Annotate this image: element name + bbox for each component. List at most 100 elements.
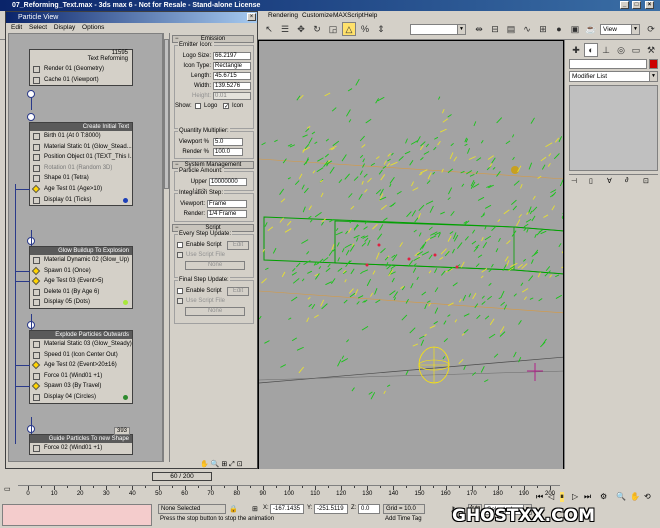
test-row[interactable]: Age Test 02 (Event>20±16) bbox=[30, 360, 132, 371]
upper-limit-spinner[interactable]: 10000000 bbox=[209, 178, 247, 186]
pv-menu-display[interactable]: Display bbox=[54, 24, 75, 31]
operator-row[interactable]: Display 04 (Circles) bbox=[30, 392, 132, 403]
select-move-icon[interactable]: ✥ bbox=[294, 22, 308, 36]
zoom-extents-icon[interactable]: ⤢ bbox=[229, 461, 235, 468]
pan-hand-icon[interactable]: ✋ bbox=[200, 461, 209, 468]
percent-snap-icon[interactable]: % bbox=[358, 22, 372, 36]
pv-menu-edit[interactable]: Edit bbox=[11, 24, 22, 31]
event-node[interactable]: Create Initial Text Birth 01 (At 0 T:8000… bbox=[16, 122, 133, 207]
event-node-title[interactable]: Explode Particles Outwards bbox=[30, 331, 132, 339]
operator-row[interactable]: Material Static 03 (Glow_Steady) bbox=[30, 339, 132, 350]
operator-row[interactable]: Force 02 (Wind01 +1) bbox=[30, 443, 132, 454]
x-coordinate-field[interactable]: -167.1435 bbox=[270, 504, 304, 514]
display-color-swatch[interactable] bbox=[123, 197, 128, 203]
test-row[interactable]: Spawn 03 (By Travel) bbox=[30, 381, 132, 392]
operator-row[interactable]: Material Static 01 (Glow_Stead... bbox=[30, 142, 132, 153]
select-rotate-icon[interactable]: ↻ bbox=[310, 22, 324, 36]
viewport-percent-spinner[interactable]: 5.0 bbox=[213, 138, 243, 146]
minimize-button[interactable]: _ bbox=[620, 1, 629, 9]
pan-viewport-icon[interactable]: ✋ bbox=[630, 492, 640, 501]
event-node[interactable]: Guide Particles To new Shape 393 Force 02 … bbox=[29, 427, 133, 455]
final-step-file-button[interactable]: None bbox=[185, 307, 245, 316]
select-by-name-icon[interactable]: ☰ bbox=[278, 22, 292, 36]
logo-size-spinner[interactable]: 66.2197 bbox=[213, 52, 251, 60]
prev-frame-icon[interactable]: ◁ bbox=[548, 492, 554, 501]
make-unique-icon[interactable]: ∀ bbox=[607, 177, 612, 185]
event-input-connector[interactable] bbox=[27, 90, 35, 98]
render-scene-icon[interactable]: ▣ bbox=[568, 22, 582, 36]
render-last-icon[interactable]: ⟳ bbox=[644, 22, 658, 36]
stop-icon[interactable]: ⏸ bbox=[560, 492, 564, 502]
use-every-step-file-checkbox[interactable] bbox=[177, 252, 183, 258]
enable-final-step-checkbox[interactable] bbox=[177, 288, 183, 294]
menu-help[interactable]: Help bbox=[364, 11, 377, 20]
perspective-viewport[interactable] bbox=[258, 40, 564, 482]
mirror-icon[interactable]: ⇹ bbox=[472, 22, 486, 36]
align-icon[interactable]: ⊟ bbox=[488, 22, 502, 36]
select-scale-icon[interactable]: ◲ bbox=[326, 22, 340, 36]
go-to-start-icon[interactable]: ⏮ bbox=[536, 492, 543, 502]
viewport-step-dropdown[interactable]: Frame bbox=[207, 200, 247, 208]
motion-tab-icon[interactable]: ◎ bbox=[614, 43, 628, 57]
track-bar[interactable]: 0 10 20 30 40 50 60 70 80 90 100 110 120 130 140 150 160… bbox=[18, 485, 560, 499]
zoom-viewport-icon[interactable]: 🔍 bbox=[616, 492, 626, 501]
layer-manager-icon[interactable]: ▤ bbox=[504, 22, 518, 36]
pin-stack-icon[interactable]: ⊣ bbox=[571, 177, 577, 185]
event-node[interactable]: Glow Buildup To Explosion Material Dynami… bbox=[16, 246, 133, 309]
go-to-end-icon[interactable]: ⏭ bbox=[584, 492, 591, 502]
operator-row[interactable]: Material Dynamic 02 (Glow_Up) bbox=[30, 255, 132, 266]
render-percent-spinner[interactable]: 100.0 bbox=[213, 148, 243, 156]
pv-menu-options[interactable]: Options bbox=[82, 24, 104, 31]
operator-row[interactable]: Birth 01 (At 0 T:8000) bbox=[30, 131, 132, 142]
add-time-tag-button[interactable]: Add Time Tag bbox=[383, 515, 427, 525]
show-end-result-icon[interactable]: ▯ bbox=[589, 177, 593, 185]
curve-editor-icon[interactable]: ∿ bbox=[520, 22, 534, 36]
test-row[interactable]: Spawn 01 (Once) bbox=[30, 266, 132, 277]
track-bar-toggle-icon[interactable]: ▭ bbox=[4, 485, 16, 495]
event-node-title[interactable]: Glow Buildup To Explosion bbox=[30, 247, 132, 255]
test-row[interactable]: Age Test 03 (Event>5) bbox=[30, 276, 132, 287]
display-color-swatch[interactable] bbox=[123, 394, 128, 400]
angle-snap-icon[interactable]: △ bbox=[342, 22, 356, 36]
object-color-swatch[interactable] bbox=[649, 59, 658, 69]
zoom-icon[interactable]: 🔍 bbox=[211, 461, 220, 468]
height-spinner[interactable]: 0.01 bbox=[213, 92, 251, 100]
time-slider[interactable]: 60 / 200 bbox=[152, 472, 212, 481]
next-frame-icon[interactable]: ▷ bbox=[572, 492, 578, 501]
z-coordinate-field[interactable]: 0.0 bbox=[358, 504, 380, 514]
material-editor-icon[interactable]: ● bbox=[552, 22, 566, 36]
y-coordinate-field[interactable]: -251.5119 bbox=[314, 504, 348, 514]
length-spinner[interactable]: 45.6715 bbox=[213, 72, 251, 80]
operator-row[interactable]: Cache 01 (Viewport) bbox=[30, 75, 132, 86]
width-spinner[interactable]: 139.5276 bbox=[213, 82, 251, 90]
display-tab-icon[interactable]: ▭ bbox=[629, 43, 643, 57]
spinner-snap-icon[interactable]: ⇕ bbox=[374, 22, 388, 36]
operator-row[interactable]: Display 05 (Dots) bbox=[30, 297, 132, 308]
operator-row[interactable]: Force 01 (Wind01 +1) bbox=[30, 371, 132, 382]
schematic-view-icon[interactable]: ⊞ bbox=[536, 22, 550, 36]
render-step-dropdown[interactable]: 1/4 Frame bbox=[207, 210, 247, 218]
operator-row[interactable]: Position Object 01 (TEXT_This I... bbox=[30, 152, 132, 163]
render-type-dropdown[interactable]: View ▼ bbox=[600, 24, 640, 35]
show-logo-checkbox[interactable] bbox=[195, 103, 201, 109]
operator-row[interactable]: Speed 01 (Icon Center Out) bbox=[30, 350, 132, 361]
edit-final-step-button[interactable]: Edit bbox=[227, 287, 249, 296]
remove-modifier-icon[interactable]: ∂ bbox=[625, 177, 628, 184]
display-color-swatch[interactable] bbox=[123, 300, 128, 306]
menu-maxscript[interactable]: MAXScript bbox=[333, 11, 364, 20]
root-node[interactable]: 11595 Text Reforming Render 01 (Geometry… bbox=[29, 49, 133, 87]
modifier-list-dropdown[interactable]: Modifier List ▼ bbox=[569, 71, 658, 82]
modify-tab-icon[interactable]: ◐ bbox=[584, 43, 598, 57]
every-step-file-button[interactable]: None bbox=[185, 261, 245, 270]
maxscript-listener[interactable] bbox=[2, 504, 152, 526]
use-final-step-file-checkbox[interactable] bbox=[177, 298, 183, 304]
hierarchy-tab-icon[interactable]: ⊥ bbox=[599, 43, 613, 57]
operator-row[interactable]: Delete 01 (By Age 6) bbox=[30, 287, 132, 298]
absolute-mode-icon[interactable]: ⊞ bbox=[252, 505, 258, 513]
edit-every-step-button[interactable]: Edit bbox=[227, 241, 249, 250]
select-object-icon[interactable]: ↖ bbox=[262, 22, 276, 36]
operator-row[interactable]: Render 01 (Geometry) bbox=[30, 64, 132, 75]
maximize-button[interactable]: □ bbox=[632, 1, 641, 9]
configure-sets-icon[interactable]: ⊡ bbox=[643, 177, 649, 185]
operator-row[interactable]: Rotation 01 (Random 3D) bbox=[30, 163, 132, 174]
